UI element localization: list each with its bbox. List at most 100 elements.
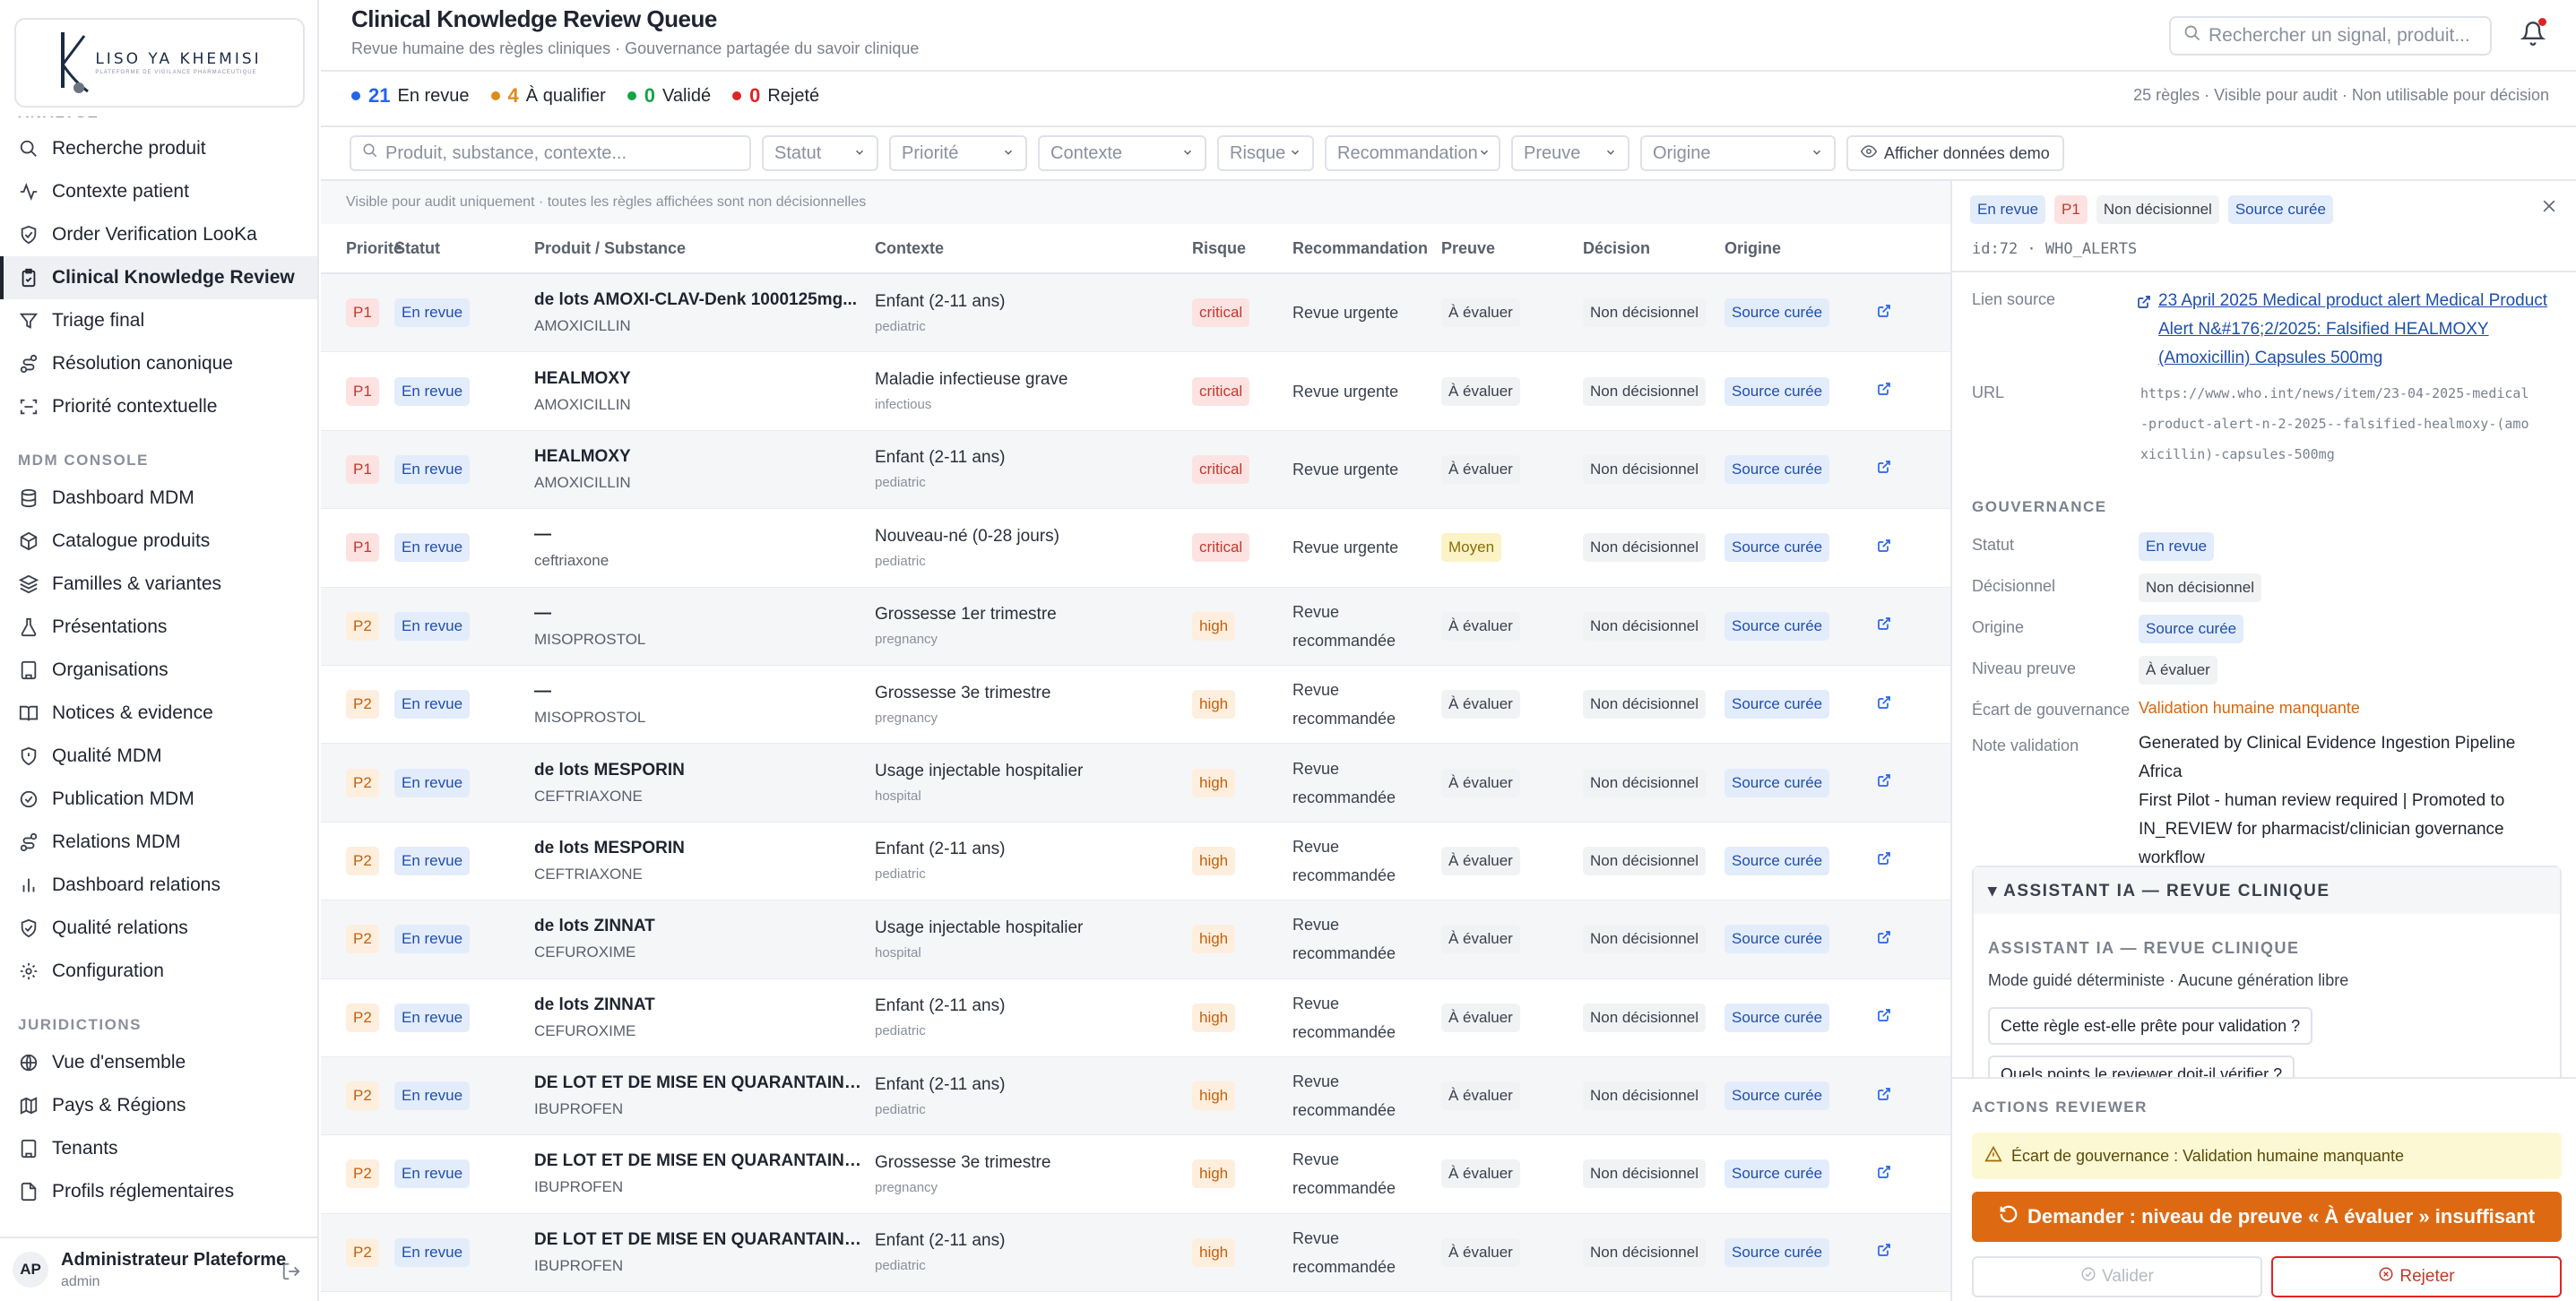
sidebar-item-qualite-mdm[interactable]: Qualité MDM <box>0 735 317 778</box>
filter-recommandation-select[interactable]: Recommandation <box>1325 135 1500 171</box>
source-link-line[interactable]: Alert N&#176;2/2025: Falsified HEALMOXY <box>2139 315 2560 344</box>
origin-badge: Source curée <box>1725 846 1830 875</box>
close-icon[interactable] <box>2540 197 2558 220</box>
table-row[interactable]: P2 En revue de lots ZINNAT CEFUROXIME Enfant… <box>321 979 1950 1057</box>
sidebar-item-order-verification[interactable]: Order Verification LooKa <box>0 213 317 256</box>
sidebar-item-contexte-patient[interactable]: Contexte patient <box>0 170 317 213</box>
sidebar-item-configuration[interactable]: Configuration <box>0 950 317 993</box>
column-header[interactable]: Produit / Substance <box>534 239 875 258</box>
external-link-icon[interactable] <box>1877 930 1891 948</box>
sidebar-item-presentations[interactable]: Présentations <box>0 606 317 649</box>
stat-valide[interactable]: 0 Validé <box>627 84 711 108</box>
external-link-icon[interactable] <box>1877 461 1891 478</box>
filter-contexte-select[interactable]: Contexte <box>1038 135 1206 171</box>
sidebar-item-priorite-contextuelle[interactable]: Priorité contextuelle <box>0 385 317 428</box>
filter-priorite-select[interactable]: Priorité <box>889 135 1027 171</box>
sidebar-item-resolution-canonique[interactable]: Résolution canonique <box>0 342 317 385</box>
external-link-icon[interactable] <box>1877 852 1891 869</box>
stat-rejete[interactable]: 0 Rejeté <box>732 84 819 108</box>
sidebar-item-profils-reglementaires[interactable]: Profils réglementaires <box>0 1170 317 1213</box>
sidebar-item-tenants[interactable]: Tenants <box>0 1127 317 1170</box>
sidebar-item-dashboard-relations[interactable]: Dashboard relations <box>0 864 317 907</box>
context-label: Grossesse 1er trimestre <box>875 605 1057 625</box>
external-link-icon[interactable] <box>1877 1087 1891 1105</box>
product-name: de lots ZINNAT <box>534 995 655 1014</box>
source-link[interactable]: 23 April 2025 Medical product alert Medi… <box>2138 287 2560 373</box>
external-link-icon[interactable] <box>1877 539 1891 556</box>
sidebar-item-publication-mdm[interactable]: Publication MDM <box>0 778 317 821</box>
table-row[interactable]: P1 En revue — ceftriaxone Nouveau-né (0-28 j… <box>321 509 1950 588</box>
table-row[interactable]: P2 En revue DE LOT ET DE MISE EN QUARANTAI… <box>321 1056 1950 1136</box>
external-link-icon[interactable] <box>1877 1244 1891 1261</box>
table-note: Visible pour audit uniquement · toutes l… <box>321 181 1950 224</box>
external-link-icon[interactable] <box>1877 1009 1891 1026</box>
column-header[interactable]: Décision <box>1583 239 1725 258</box>
column-header[interactable]: Statut <box>394 239 534 258</box>
sidebar-item-catalogue-produits[interactable]: Catalogue produits <box>0 520 317 563</box>
request-evidence-button[interactable]: Demander : niveau de preuve « À évaluer … <box>1972 1192 2562 1242</box>
global-search-input[interactable]: Rechercher un signal, produit... <box>2169 16 2492 56</box>
user-profile[interactable]: AP Administrateur Plateforme admin <box>0 1236 317 1301</box>
external-link-icon[interactable] <box>1877 695 1891 713</box>
logo[interactable]: LISO YA KHEMISI PLATEFORME DE VIGILANCE … <box>14 18 305 108</box>
table-row[interactable]: P1 En revue de lots AMOXI-CLAV-Denk 100012… <box>321 274 1950 353</box>
note-line: Generated by Clinical Evidence Ingestion… <box>2139 734 2516 781</box>
recommendation-line: Revue <box>1292 1073 1340 1091</box>
source-link-line[interactable]: (Amoxicillin) Capsules 500mg <box>2139 344 2560 373</box>
column-header[interactable]: Risque <box>1192 239 1292 258</box>
stat-en-revue[interactable]: 21 En revue <box>351 84 470 108</box>
filter-preuve-select[interactable]: Preuve <box>1511 135 1629 171</box>
status-badge: En revue <box>394 611 471 641</box>
source-link-line[interactable]: 23 April 2025 Medical product alert Medi… <box>2139 287 2560 315</box>
logout-icon[interactable] <box>281 1262 301 1286</box>
column-header[interactable]: Priorité <box>321 239 402 258</box>
stat-a-qualifier[interactable]: 4 À qualifier <box>490 84 606 108</box>
show-demo-data-button[interactable]: Afficher données demo <box>1846 135 2064 171</box>
validate-button[interactable]: Valider <box>1972 1256 2262 1297</box>
external-link-icon[interactable] <box>1877 383 1891 400</box>
table-row[interactable]: P1 En revue HEALMOXY AMOXICILLIN Maladie inf… <box>321 352 1950 431</box>
origin-badge: Source curée <box>2227 195 2333 224</box>
table-row[interactable]: P2 En revue — MISOPROSTOL Grossesse 1er trim… <box>321 587 1950 666</box>
sidebar-item-vue-ensemble[interactable]: Vue d'ensemble <box>0 1041 317 1084</box>
sidebar-item-notices-evidence[interactable]: Notices & evidence <box>0 692 317 735</box>
column-header[interactable]: Preuve <box>1441 239 1583 258</box>
reject-button[interactable]: Rejeter <box>2271 1256 2562 1297</box>
external-link-icon[interactable] <box>1877 304 1891 322</box>
sidebar-item-dashboard-mdm[interactable]: Dashboard MDM <box>0 477 317 520</box>
column-header[interactable]: Origine <box>1725 239 1877 258</box>
risk-badge: high <box>1192 1159 1236 1189</box>
external-link-icon[interactable] <box>1877 1166 1891 1183</box>
filter-search-input[interactable]: Produit, substance, contexte... <box>350 135 751 171</box>
filter-risque-select[interactable]: Risque <box>1217 135 1314 171</box>
column-header[interactable]: Recommandation <box>1292 239 1441 258</box>
ai-question-button[interactable]: Cette règle est-elle prête pour validati… <box>1988 1007 2313 1045</box>
sidebar-item-clinical-knowledge-review[interactable]: Clinical Knowledge Review <box>0 256 317 299</box>
table-row[interactable]: P2 En revue DE LOT ET DE MISE EN QUARANTAI… <box>321 1135 1950 1214</box>
external-link-icon[interactable] <box>1877 617 1891 634</box>
filter-statut-select[interactable]: Statut <box>762 135 878 171</box>
context-category: pediatric <box>875 1101 926 1117</box>
sidebar: LISO YA KHEMISI PLATEFORME DE VIGILANCE … <box>0 0 319 1301</box>
sidebar-item-familles-variantes[interactable]: Familles & variantes <box>0 563 317 606</box>
external-link-icon[interactable] <box>1877 774 1891 791</box>
table-row[interactable]: P2 En revue de lots ZINNAT CEFUROXIME Usage … <box>321 900 1950 979</box>
sidebar-item-qualite-relations[interactable]: Qualité relations <box>0 907 317 950</box>
table-row[interactable]: P1 En revue HEALMOXY AMOXICILLIN Enfant (2-1… <box>321 430 1950 510</box>
table-row[interactable]: P2 En revue — MISOPROSTOL Grossesse 3e trime… <box>321 666 1950 745</box>
ai-assistant-toggle[interactable]: ▾ ASSISTANT IA — REVUE CLINIQUE <box>1974 867 2560 914</box>
decision-badge: Non décisionnel <box>1583 298 1706 328</box>
context-category: infectious <box>875 397 932 413</box>
column-header[interactable]: Contexte <box>875 239 1192 258</box>
sidebar-item-triage-final[interactable]: Triage final <box>0 299 317 342</box>
page-title: Clinical Knowledge Review Queue <box>351 5 717 32</box>
sidebar-item-organisations[interactable]: Organisations <box>0 649 317 692</box>
sidebar-item-recherche-produit[interactable]: Recherche produit <box>0 127 317 170</box>
table-row[interactable]: P2 En revue DE LOT ET DE MISE EN QUARANTAI… <box>321 1213 1950 1293</box>
table-row[interactable]: P2 En revue de lots MESPORIN CEFTRIAXONE Enf… <box>321 823 1950 901</box>
table-row[interactable]: P2 En revue de lots MESPORIN CEFTRIAXONE Usa… <box>321 744 1950 823</box>
filter-origine-select[interactable]: Origine <box>1640 135 1836 171</box>
sidebar-item-relations-mdm[interactable]: Relations MDM <box>0 821 317 864</box>
context-category: pediatric <box>875 475 926 491</box>
sidebar-item-pays-regions[interactable]: Pays & Régions <box>0 1084 317 1127</box>
